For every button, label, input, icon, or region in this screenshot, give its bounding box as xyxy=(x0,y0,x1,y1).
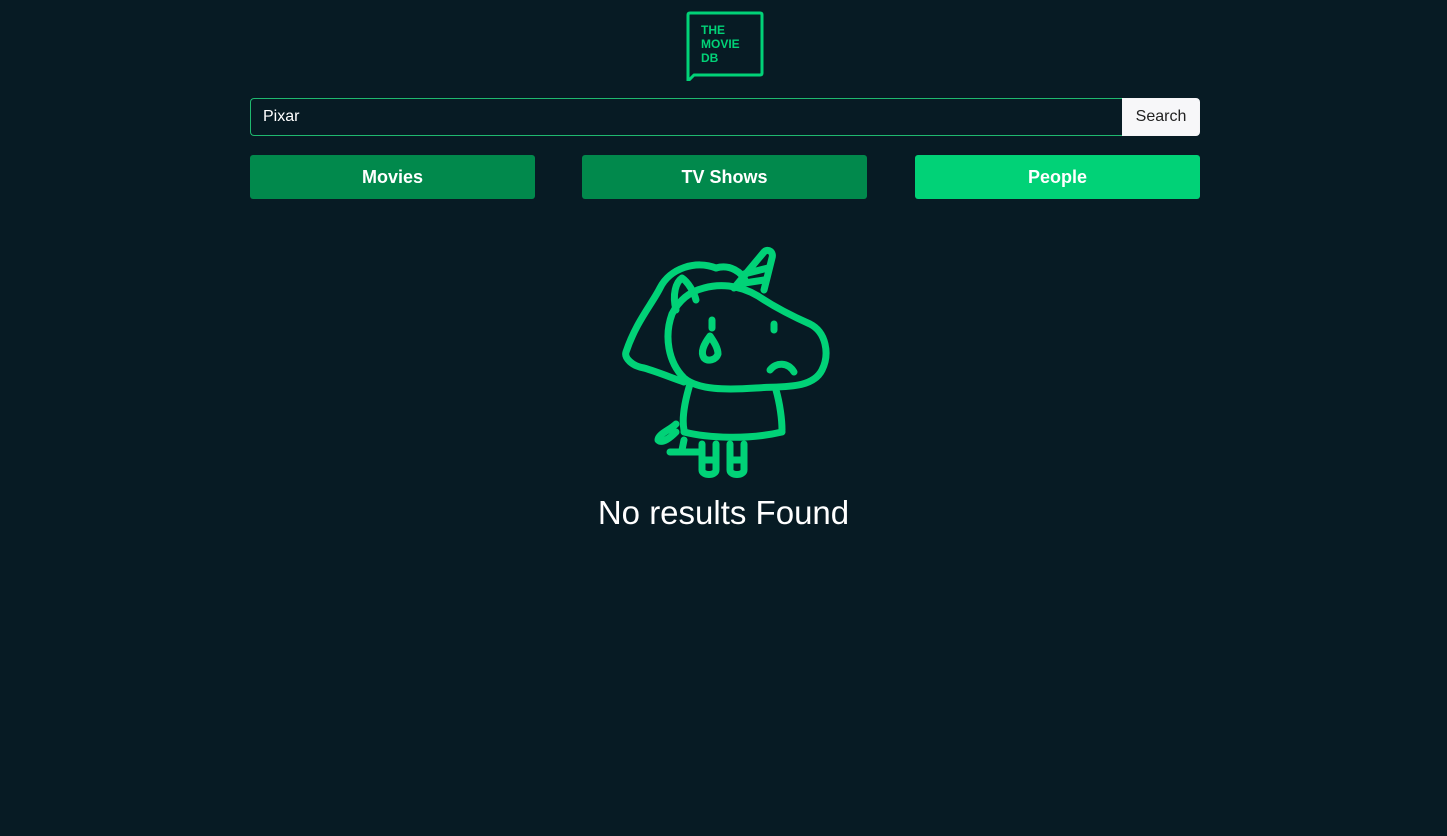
no-results-message: No results Found xyxy=(597,494,850,531)
tab-tv-shows[interactable]: TV Shows xyxy=(582,155,867,199)
logo-line-1: THE xyxy=(701,23,725,37)
search-button[interactable]: Search xyxy=(1122,98,1200,136)
logo-line-2: MOVIE xyxy=(701,37,740,51)
category-tabs: Movies TV Shows People xyxy=(250,155,1200,199)
search-input[interactable] xyxy=(250,98,1122,136)
tab-movies[interactable]: Movies xyxy=(250,155,535,199)
logo-line-3: DB xyxy=(701,51,719,65)
page: THE MOVIE DB Search Movies TV Shows Peop… xyxy=(0,0,1447,836)
search-form: Search xyxy=(250,98,1200,136)
tab-people[interactable]: People xyxy=(915,155,1200,199)
crying-unicorn-icon xyxy=(618,244,833,480)
tmdb-logo-icon[interactable]: THE MOVIE DB xyxy=(684,11,764,81)
